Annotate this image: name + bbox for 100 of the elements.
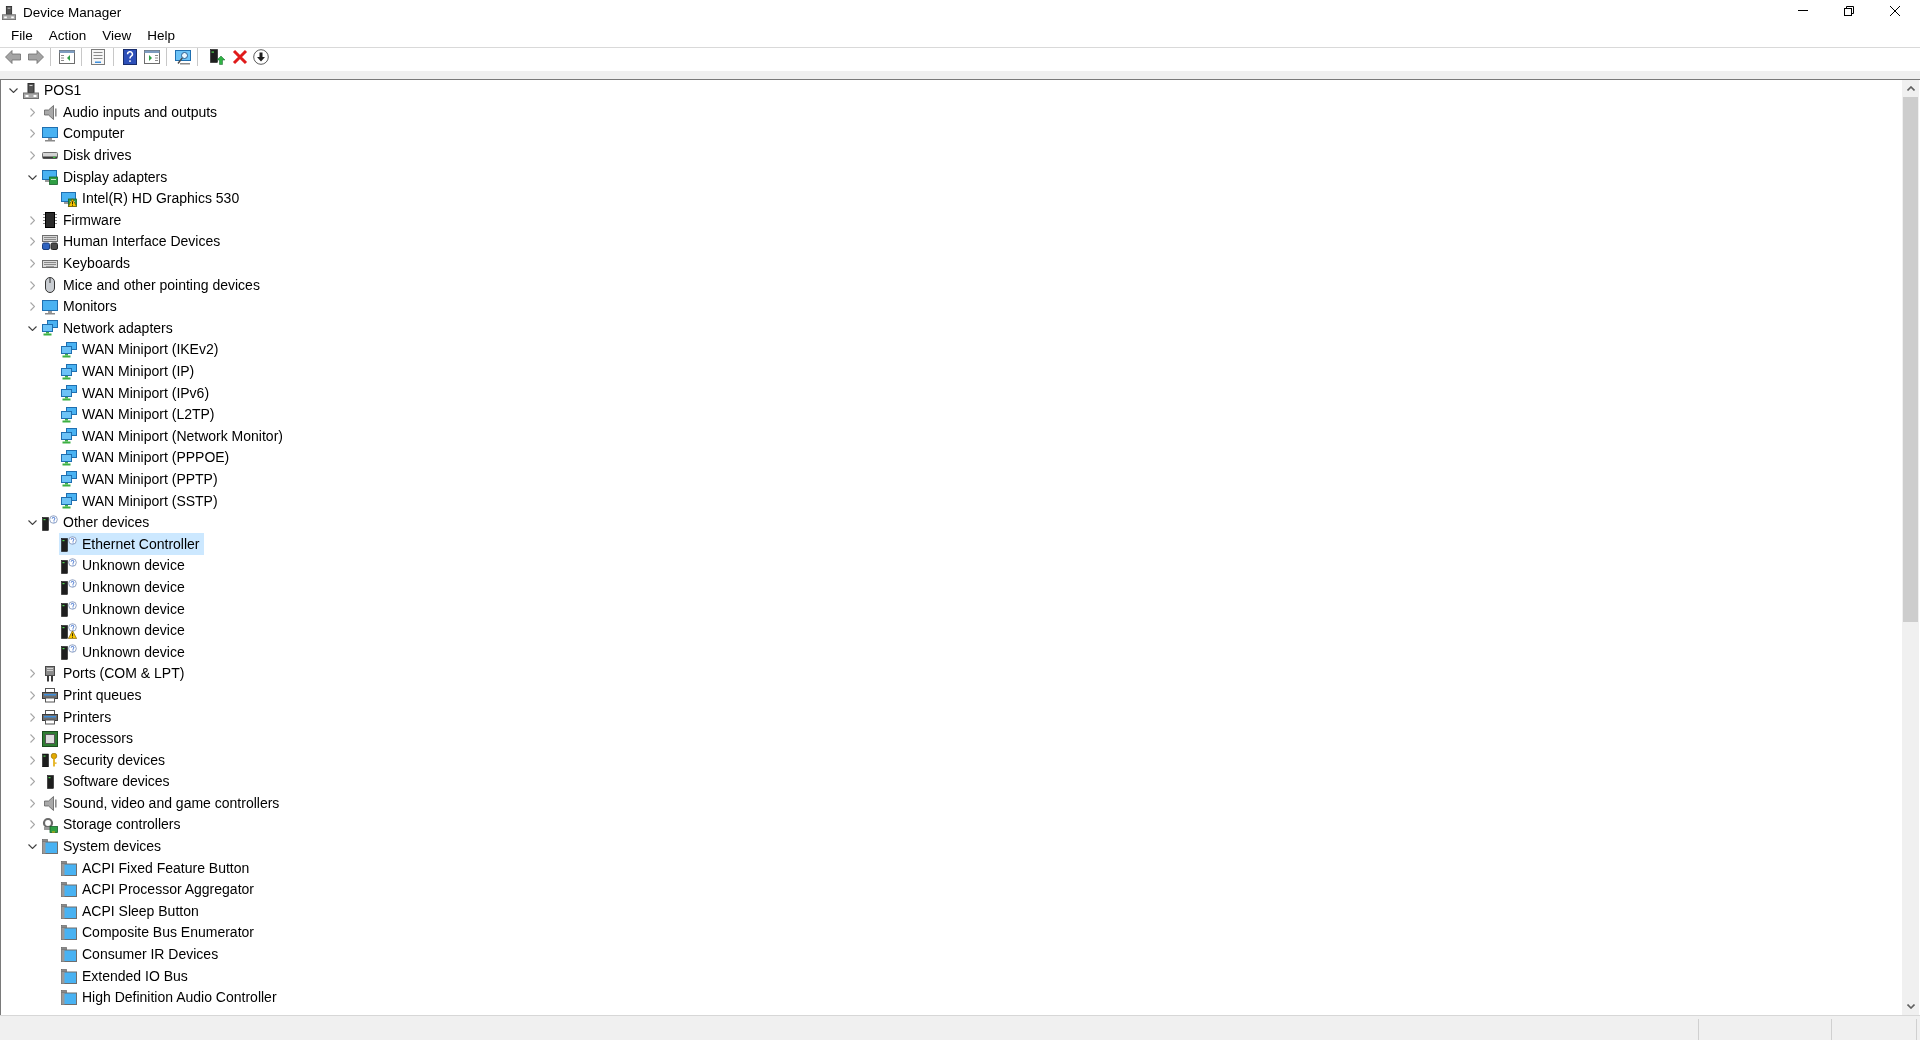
- tree-item[interactable]: Ports (COM & LPT): [40, 663, 189, 685]
- pane-window-icon[interactable]: [59, 49, 75, 65]
- printer-icon: [42, 687, 58, 703]
- disk-drive-icon: [42, 152, 58, 160]
- tree-item[interactable]: WAN Miniport (PPTP): [59, 468, 222, 491]
- device-question-icon: [42, 514, 58, 531]
- tree-item[interactable]: Firmware: [40, 209, 126, 232]
- tree-item[interactable]: Extended IO Bus: [59, 965, 192, 987]
- tree-item[interactable]: Software devices: [40, 771, 174, 793]
- tree-item[interactable]: WAN Miniport (SSTP): [59, 490, 222, 512]
- tree-item[interactable]: Disk drives: [40, 144, 136, 167]
- menu-item[interactable]: View: [94, 26, 140, 47]
- computer-tower-icon: [23, 82, 39, 99]
- menu-item[interactable]: File: [3, 26, 41, 47]
- help-icon[interactable]: [122, 49, 138, 65]
- storage-controller-icon: [42, 817, 58, 833]
- chevron-right-icon[interactable]: [29, 302, 35, 312]
- tree-item[interactable]: Storage controllers: [40, 814, 185, 836]
- menu-item[interactable]: Help: [139, 26, 184, 47]
- keyboard-icon: [42, 259, 58, 268]
- chevron-down-icon[interactable]: [27, 174, 37, 180]
- chevron-right-icon[interactable]: [29, 237, 35, 247]
- chevron-down-icon[interactable]: [27, 325, 37, 331]
- tree-item[interactable]: Consumer IR Devices: [59, 943, 223, 966]
- chevron-right-icon[interactable]: [29, 107, 35, 117]
- tree-item[interactable]: Unknown device: [59, 555, 189, 577]
- tree-item[interactable]: High Definition Audio Controller: [59, 986, 281, 1009]
- tree-item[interactable]: POS1: [21, 80, 86, 102]
- chevron-right-icon[interactable]: [29, 259, 35, 269]
- chevron-right-icon[interactable]: [29, 712, 35, 722]
- arrow-left-icon[interactable]: [5, 49, 21, 65]
- speaker-icon: [43, 104, 57, 120]
- tree-item[interactable]: Sound, video and game controllers: [40, 792, 284, 815]
- menu-item[interactable]: Action: [40, 26, 95, 47]
- chevron-right-icon[interactable]: [29, 755, 35, 765]
- connector-plug-icon: [45, 665, 55, 682]
- device-upload-icon[interactable]: [209, 49, 225, 65]
- chevron-down-icon[interactable]: [27, 844, 37, 850]
- tree-item[interactable]: Printers: [40, 706, 116, 728]
- chevron-right-icon[interactable]: [29, 151, 35, 161]
- tree-item[interactable]: Unknown device: [59, 598, 189, 620]
- chevron-right-icon[interactable]: [29, 215, 35, 225]
- scrollbar-thumb[interactable]: [1903, 97, 1918, 622]
- tree-item[interactable]: Unknown device: [59, 641, 189, 664]
- tree-item[interactable]: ACPI Fixed Feature Button: [59, 857, 254, 879]
- scrollbar[interactable]: [1902, 80, 1919, 1015]
- pane-window-icon[interactable]: [144, 49, 160, 65]
- tree-item[interactable]: Ethernet Controller: [59, 533, 204, 556]
- tree-item[interactable]: WAN Miniport (IPv6): [59, 382, 214, 404]
- tree-item[interactable]: WAN Miniport (PPPOE): [59, 447, 234, 469]
- tree-item[interactable]: WAN Miniport (Network Monitor): [59, 425, 287, 448]
- system-folder-icon: [42, 839, 58, 855]
- properties-sheet-icon[interactable]: [90, 49, 106, 65]
- tree-item[interactable]: Human Interface Devices: [40, 231, 225, 253]
- chevron-down-icon[interactable]: [8, 88, 18, 94]
- chevron-right-icon[interactable]: [29, 734, 35, 744]
- chevron-down-icon[interactable]: [1906, 1004, 1915, 1009]
- close-icon[interactable]: [1890, 5, 1900, 16]
- tree-item[interactable]: Keyboards: [40, 252, 134, 275]
- tree-item[interactable]: Other devices: [40, 511, 154, 534]
- tree-item[interactable]: Computer: [40, 123, 129, 145]
- tree-item[interactable]: Unknown device: [59, 619, 189, 642]
- chevron-right-icon[interactable]: [29, 669, 35, 679]
- monitor-icon: [42, 126, 58, 142]
- restore-icon[interactable]: [1844, 5, 1854, 16]
- tree-item[interactable]: WAN Miniport (IKEv2): [59, 339, 223, 361]
- tree-item[interactable]: Display adapters: [40, 166, 172, 188]
- tree-item[interactable]: ACPI Processor Aggregator: [59, 878, 258, 901]
- cross-icon[interactable]: [232, 49, 248, 65]
- tree-item[interactable]: Intel(R) HD Graphics 530: [59, 187, 244, 210]
- tree-item[interactable]: Print queues: [40, 684, 146, 707]
- tree-item[interactable]: Security devices: [40, 749, 169, 771]
- tree-item[interactable]: Audio inputs and outputs: [40, 101, 222, 124]
- input-devices-icon: [42, 233, 58, 250]
- networked-computers-icon: [42, 320, 58, 337]
- chevron-right-icon[interactable]: [29, 129, 35, 139]
- chevron-right-icon[interactable]: [29, 777, 35, 787]
- device-key-icon: [42, 752, 58, 768]
- monitor-magnifier-icon[interactable]: [175, 49, 191, 65]
- chevron-right-icon[interactable]: [29, 280, 35, 290]
- chevron-up-icon[interactable]: [1906, 86, 1915, 91]
- tree-item[interactable]: Unknown device: [59, 576, 189, 599]
- monitor-icon: [42, 298, 58, 315]
- tree-item[interactable]: Mice and other pointing devices: [40, 274, 264, 296]
- tree-item[interactable]: Processors: [40, 727, 138, 750]
- window-title: Device Manager: [23, 3, 122, 22]
- chevron-right-icon[interactable]: [29, 690, 35, 700]
- tree-item[interactable]: ACPI Sleep Button: [59, 900, 203, 923]
- tree-item[interactable]: Composite Bus Enumerator: [59, 922, 258, 944]
- chevron-down-icon[interactable]: [27, 520, 37, 526]
- chevron-right-icon[interactable]: [29, 798, 35, 808]
- tree-item[interactable]: WAN Miniport (L2TP): [59, 403, 219, 426]
- tree-item[interactable]: WAN Miniport (IP): [59, 360, 199, 383]
- arrow-down-circle-icon[interactable]: [253, 49, 269, 65]
- arrow-right-icon[interactable]: [28, 49, 44, 65]
- chevron-right-icon[interactable]: [29, 820, 35, 830]
- processor-chip-icon: [42, 730, 58, 747]
- tree-item[interactable]: Network adapters: [40, 317, 177, 340]
- tree-item[interactable]: Monitors: [40, 295, 121, 318]
- tree-item[interactable]: System devices: [40, 835, 166, 858]
